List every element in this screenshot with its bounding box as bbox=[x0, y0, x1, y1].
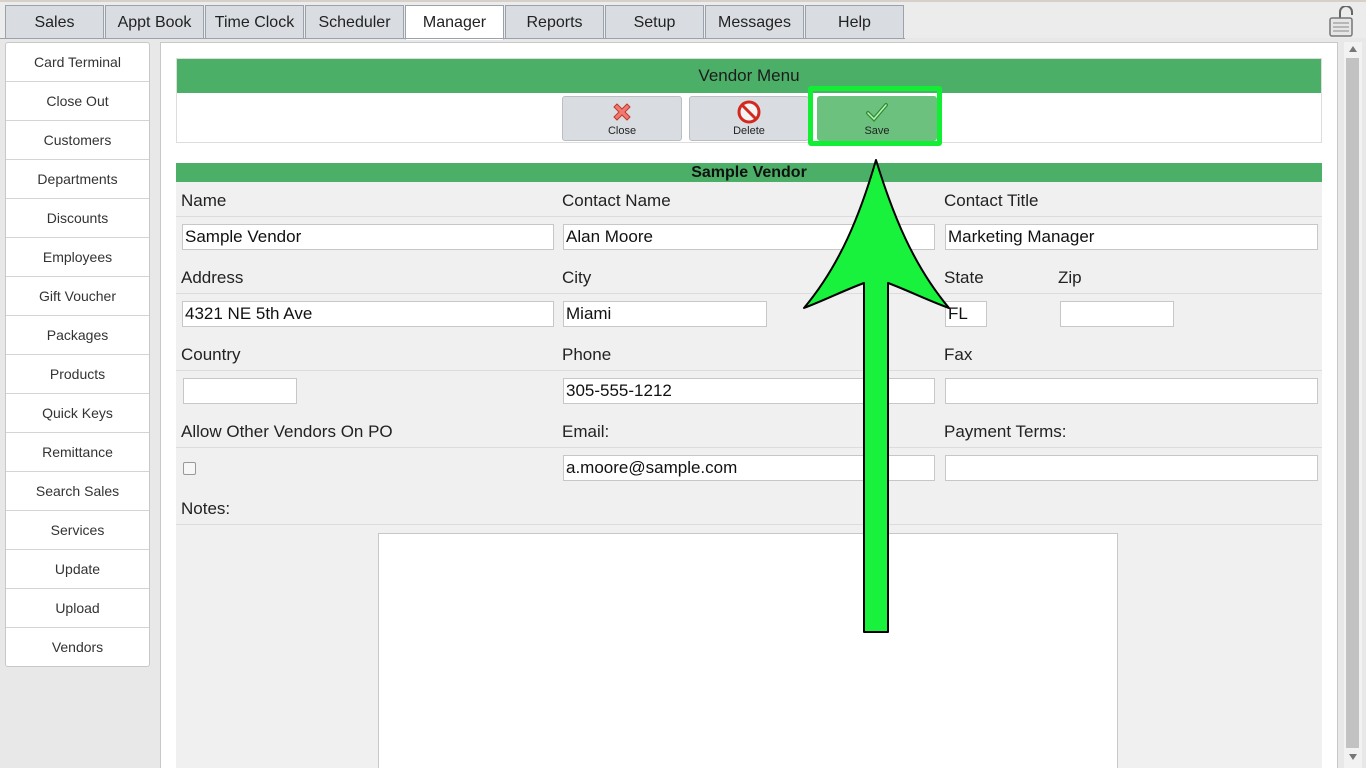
tab-reports[interactable]: Reports bbox=[505, 5, 604, 39]
tab-underline bbox=[0, 38, 905, 39]
sidebar-item-departments[interactable]: Departments bbox=[6, 160, 149, 199]
sidebar-item-products[interactable]: Products bbox=[6, 355, 149, 394]
scroll-down-icon[interactable] bbox=[1349, 754, 1357, 760]
name-field[interactable]: Sample Vendor bbox=[182, 224, 554, 250]
scroll-up-icon[interactable] bbox=[1349, 46, 1357, 52]
zip-label: Zip bbox=[1058, 268, 1082, 287]
sidebar-item-quick-keys[interactable]: Quick Keys bbox=[6, 394, 149, 433]
sidebar-item-customers[interactable]: Customers bbox=[6, 121, 149, 160]
sidebar-item-gift-voucher[interactable]: Gift Voucher bbox=[6, 277, 149, 316]
tab-sales[interactable]: Sales bbox=[5, 5, 104, 39]
city-field[interactable]: Miami bbox=[563, 301, 767, 327]
notes-textarea[interactable] bbox=[378, 533, 1118, 768]
city-label: City bbox=[562, 268, 592, 287]
sidebar-item-close-out[interactable]: Close Out bbox=[6, 82, 149, 121]
manager-sidebar: Card Terminal Close Out Customers Depart… bbox=[5, 42, 150, 667]
tab-messages[interactable]: Messages bbox=[705, 5, 804, 39]
payment-terms-label: Payment Terms: bbox=[944, 422, 1067, 441]
phone-label: Phone bbox=[562, 345, 612, 364]
allow-other-vendors-label: Allow Other Vendors On PO bbox=[181, 422, 393, 441]
delete-button-label: Delete bbox=[733, 125, 765, 137]
scroll-thumb[interactable] bbox=[1346, 58, 1359, 748]
save-highlight-box bbox=[808, 86, 942, 146]
row-divider bbox=[176, 293, 1322, 294]
vendor-form: Sample Vendor Name Contact Name Contact … bbox=[176, 163, 1322, 768]
address-field[interactable]: 4321 NE 5th Ave bbox=[182, 301, 554, 327]
sidebar-item-card-terminal[interactable]: Card Terminal bbox=[6, 43, 149, 82]
fax-field[interactable] bbox=[945, 378, 1318, 404]
row-divider bbox=[176, 447, 1322, 448]
contact-name-label: Contact Name bbox=[562, 191, 671, 210]
no-entry-icon bbox=[737, 100, 761, 124]
row-divider bbox=[176, 370, 1322, 371]
close-button-label: Close bbox=[607, 125, 637, 137]
tab-help[interactable]: Help bbox=[805, 5, 904, 39]
address-label: Address bbox=[181, 268, 244, 287]
main-panel: Vendor Menu Close Delete Save Sample Ven… bbox=[160, 42, 1338, 768]
tab-scheduler[interactable]: Scheduler bbox=[305, 5, 404, 39]
up-arrow-annotation-icon bbox=[803, 159, 950, 633]
email-label: Email: bbox=[562, 422, 610, 441]
name-label: Name bbox=[181, 191, 227, 210]
vertical-scrollbar[interactable] bbox=[1344, 42, 1362, 768]
sidebar-item-vendors[interactable]: Vendors bbox=[6, 628, 149, 666]
sidebar-item-search-sales[interactable]: Search Sales bbox=[6, 472, 149, 511]
country-field[interactable] bbox=[183, 378, 297, 404]
sidebar-item-upload[interactable]: Upload bbox=[6, 589, 149, 628]
tab-appt-book[interactable]: Appt Book bbox=[105, 5, 204, 39]
close-x-icon bbox=[613, 103, 631, 121]
tab-manager[interactable]: Manager bbox=[405, 5, 504, 40]
country-label: Country bbox=[181, 345, 241, 364]
row-divider bbox=[176, 524, 1322, 525]
lock-icon[interactable] bbox=[1328, 6, 1356, 38]
vendor-menu-title: Vendor Menu bbox=[177, 59, 1321, 93]
tab-setup[interactable]: Setup bbox=[605, 5, 704, 39]
sidebar-item-services[interactable]: Services bbox=[6, 511, 149, 550]
allow-other-vendors-checkbox[interactable] bbox=[183, 462, 196, 475]
notes-label: Notes: bbox=[181, 499, 231, 518]
payment-terms-field[interactable] bbox=[945, 455, 1318, 481]
sidebar-item-packages[interactable]: Packages bbox=[6, 316, 149, 355]
vendor-menu: Vendor Menu Close Delete Save bbox=[176, 58, 1322, 143]
sidebar-item-discounts[interactable]: Discounts bbox=[6, 199, 149, 238]
tab-time-clock[interactable]: Time Clock bbox=[205, 5, 304, 39]
row-divider bbox=[176, 216, 1322, 217]
sidebar-item-remittance[interactable]: Remittance bbox=[6, 433, 149, 472]
delete-button[interactable]: Delete bbox=[689, 96, 809, 141]
close-button[interactable]: Close bbox=[562, 96, 682, 141]
vendor-form-title: Sample Vendor bbox=[176, 163, 1322, 182]
contact-title-field[interactable]: Marketing Manager bbox=[945, 224, 1318, 250]
zip-field[interactable] bbox=[1060, 301, 1174, 327]
top-tab-bar: Sales Appt Book Time Clock Scheduler Man… bbox=[0, 0, 1366, 40]
sidebar-item-update[interactable]: Update bbox=[6, 550, 149, 589]
sidebar-item-employees[interactable]: Employees bbox=[6, 238, 149, 277]
